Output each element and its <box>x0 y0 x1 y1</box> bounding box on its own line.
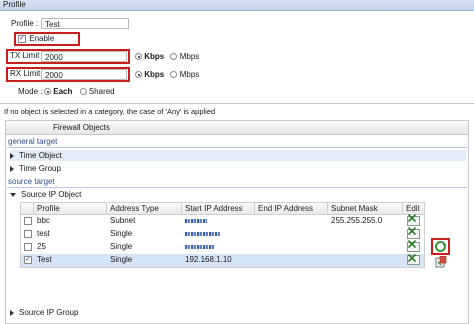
mode-each-radio[interactable] <box>44 88 51 96</box>
enable-checkbox-group[interactable]: ✓ Enable <box>18 34 54 44</box>
divider <box>0 103 474 104</box>
col-address-type[interactable]: Address Type <box>107 203 182 214</box>
any-note: If no object is selected in a category, … <box>4 107 216 116</box>
rx-kbps-label: Kbps <box>144 70 165 79</box>
row-checkbox[interactable] <box>24 230 32 238</box>
tx-kbps-label: Kbps <box>144 52 165 61</box>
table-row[interactable]: bbc Subnet 255.255.255.0 <box>21 215 424 227</box>
tx-mbps-label: Mbps <box>179 52 200 61</box>
cell-start-ip-redacted <box>182 215 255 227</box>
time-group-label: Time Group <box>19 164 61 173</box>
firewall-objects-title: Firewall Objects <box>53 123 110 132</box>
window-title: Profile <box>3 0 26 9</box>
col-start-ip[interactable]: Start IP Address <box>182 203 255 214</box>
expand-arrow-icon[interactable] <box>10 309 14 316</box>
tree-item-time-group[interactable]: Time Group <box>10 163 470 174</box>
tx-limit-input[interactable]: 2000 <box>41 51 127 62</box>
tx-kbps-radio[interactable] <box>135 53 142 61</box>
mode-label: Mode : <box>18 87 43 96</box>
row-checkbox[interactable] <box>24 243 32 251</box>
cell-profile: Test <box>37 255 52 264</box>
tx-limit-label: TX Limit : <box>10 51 44 60</box>
rx-unit-radios: Kbps Mbps <box>135 70 199 80</box>
mode-shared-radio[interactable] <box>79 88 87 96</box>
source-ip-table: Profile Address Type Start IP Address En… <box>20 202 425 268</box>
cell-address-type: Single <box>110 255 133 264</box>
col-profile[interactable]: Profile <box>34 203 107 214</box>
table-row-selected[interactable]: ✓ Test Single 192.168.1.10 <box>21 254 424 267</box>
cell-profile: test <box>37 229 50 238</box>
col-subnet-mask[interactable]: Subnet Mask <box>328 203 403 214</box>
rx-mbps-radio[interactable] <box>170 71 178 79</box>
clear-selection-icon[interactable] <box>435 255 447 268</box>
cell-address-type: Single <box>110 229 133 238</box>
cell-address-type: Single <box>110 242 133 251</box>
time-object-label: Time Object <box>19 151 62 160</box>
rx-mbps-label: Mbps <box>179 70 200 79</box>
mode-shared-label: Shared <box>88 87 115 96</box>
source-target-rule <box>7 187 467 188</box>
tree-item-time-object[interactable]: Time Object <box>10 150 466 161</box>
tree-item-source-ip-object[interactable]: Source IP Object <box>10 189 470 200</box>
row-checkbox[interactable] <box>24 217 32 225</box>
cell-subnet-mask: 255.255.255.0 <box>331 216 383 225</box>
window-title-bar: Profile <box>0 0 474 11</box>
table-row[interactable]: test Single <box>21 228 424 240</box>
cell-profile: 25 <box>37 242 46 251</box>
mode-each-label: Each <box>53 87 73 96</box>
firewall-objects-header: Firewall Objects <box>6 121 468 135</box>
expand-arrow-icon[interactable] <box>10 152 14 159</box>
mode-radios: Each Shared <box>44 87 115 97</box>
rx-kbps-radio[interactable] <box>135 71 142 79</box>
source-ip-group-label: Source IP Group <box>19 308 79 317</box>
profile-name-input[interactable]: Test <box>41 18 129 29</box>
cell-start-ip-redacted <box>182 228 255 240</box>
cell-start-ip: 192.168.1.10 <box>185 255 232 264</box>
cell-profile: bbc <box>37 216 50 225</box>
cell-address-type: Subnet <box>110 216 136 225</box>
source-target-title: source target <box>8 177 55 186</box>
general-target-title: general target <box>8 137 58 146</box>
table-row[interactable]: 25 Single <box>21 241 424 253</box>
tree-item-source-ip-group[interactable]: Source IP Group <box>10 307 470 318</box>
tx-unit-radios: Kbps Mbps <box>135 52 199 62</box>
source-ip-object-label: Source IP Object <box>21 190 82 199</box>
row-checkbox-checked[interactable]: ✓ <box>24 256 32 264</box>
tx-mbps-radio[interactable] <box>170 53 178 61</box>
collapse-arrow-icon[interactable] <box>10 192 16 197</box>
enable-checkbox[interactable]: ✓ <box>18 34 26 43</box>
rx-limit-input[interactable]: 2000 <box>41 69 127 80</box>
table-header: Profile Address Type Start IP Address En… <box>21 203 424 215</box>
expand-arrow-icon[interactable] <box>10 165 14 172</box>
rx-limit-label: RX Limit : <box>10 69 45 78</box>
cell-start-ip-redacted <box>182 241 255 253</box>
general-target-rule <box>7 147 467 148</box>
col-check <box>21 203 34 214</box>
profile-label: Profile : <box>11 19 39 28</box>
refresh-icon[interactable] <box>434 240 447 253</box>
enable-label: Enable <box>29 34 55 43</box>
col-end-ip[interactable]: End IP Address <box>255 203 328 214</box>
edit-icons-overlay <box>408 214 416 262</box>
